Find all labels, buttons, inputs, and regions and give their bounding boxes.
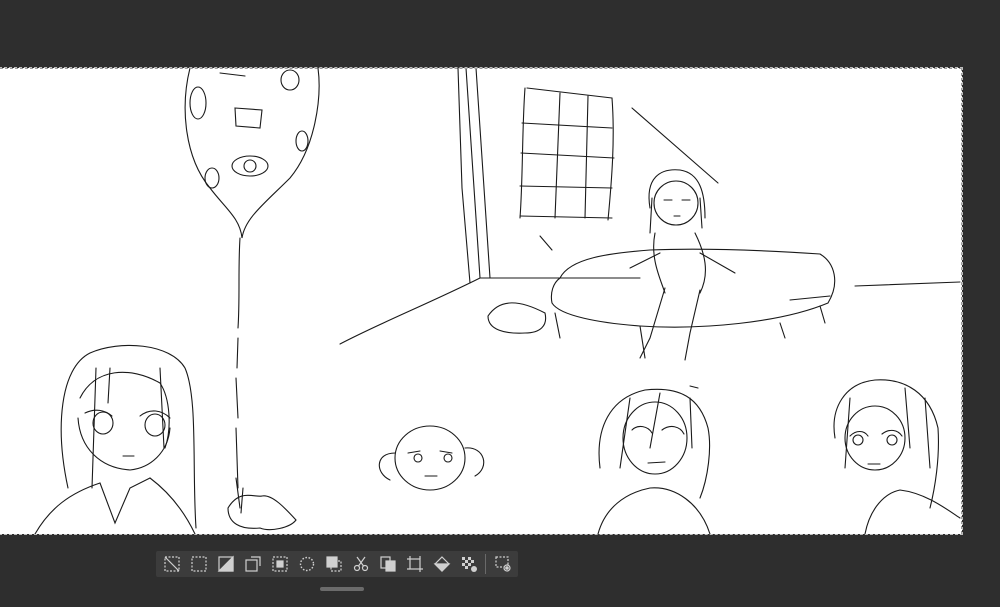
fill-icon: [433, 556, 450, 572]
expand-selection-button[interactable]: [239, 551, 266, 577]
marquee-select-button[interactable]: [185, 551, 212, 577]
shrink-selection-icon: [271, 556, 288, 572]
drawing-canvas[interactable]: [0, 67, 963, 535]
selection-launcher-toolbar: [156, 551, 518, 577]
clear-transparent-button[interactable]: [455, 551, 482, 577]
selection-settings-button[interactable]: [489, 551, 516, 577]
shrink-selection-button[interactable]: [266, 551, 293, 577]
cut-icon: [353, 556, 368, 572]
fill-button[interactable]: [428, 551, 455, 577]
canvas-workspace[interactable]: [0, 0, 1000, 545]
clear-transparent-icon: [461, 557, 477, 572]
transform-button[interactable]: [401, 551, 428, 577]
copy-paste-button[interactable]: [374, 551, 401, 577]
selection-settings-icon: [494, 556, 511, 572]
soften-edge-button[interactable]: [293, 551, 320, 577]
copy-paste-icon: [379, 556, 396, 572]
invert-selection-icon: [217, 555, 234, 572]
selection-to-layer-icon: [325, 556, 342, 572]
deselect-button[interactable]: [158, 551, 185, 577]
marquee-select-icon: [190, 556, 207, 572]
selection-to-layer-button[interactable]: [320, 551, 347, 577]
transform-icon: [406, 556, 423, 572]
cut-button[interactable]: [347, 551, 374, 577]
sketch-drawing: [34, 68, 961, 534]
expand-selection-icon: [244, 556, 261, 572]
invert-selection-button[interactable]: [212, 551, 239, 577]
toolbar-separator: [485, 554, 486, 574]
soften-edge-icon: [299, 556, 314, 572]
deselect-icon: [163, 556, 180, 572]
toolbar-drag-handle[interactable]: [320, 587, 364, 591]
